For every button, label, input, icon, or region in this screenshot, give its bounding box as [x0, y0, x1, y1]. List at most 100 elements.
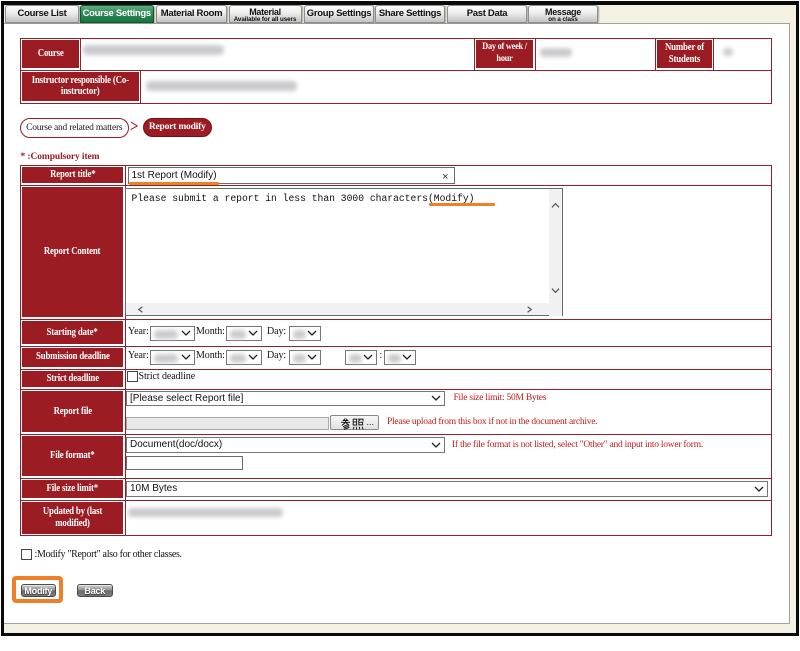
breadcrumb-parent-pill[interactable]: Course and related matters: [20, 118, 130, 138]
report-content-textarea[interactable]: Please submit a report in less than 3000…: [125, 188, 564, 316]
breadcrumb-separator-icon: >: [130, 117, 142, 139]
tab-course-list[interactable]: Course List: [5, 5, 79, 23]
report-title-label: Report title*: [50, 169, 95, 181]
deadline-day-label: Day:: [267, 350, 286, 361]
starting-date-label: Starting date*: [47, 327, 98, 339]
col-divider: [713, 38, 714, 70]
other-classes-checkbox[interactable]: [21, 549, 32, 560]
deadline-hour-select[interactable]: [345, 350, 377, 366]
file-size-limit-label: File size limit*: [47, 483, 98, 495]
file-path-input[interactable]: [126, 417, 329, 430]
tab-course-settings[interactable]: Course Settings: [80, 5, 154, 23]
deadline-month-select[interactable]: [226, 350, 262, 366]
starting-year-label: Year:: [128, 326, 149, 337]
row-divider: [20, 434, 772, 435]
tab-message[interactable]: Messageon a class: [528, 5, 598, 23]
tab-label: Message: [529, 8, 597, 17]
browse-button[interactable]: ...: [330, 415, 380, 430]
tab-material-room[interactable]: Material Room: [156, 5, 227, 23]
report-title-input[interactable]: 1st Report (Modify)×: [128, 167, 455, 184]
scroll-up-icon[interactable]: [551, 201, 560, 210]
blurred-value: [230, 354, 246, 363]
students-value-redacted: [723, 48, 733, 56]
back-button[interactable]: Back: [77, 584, 113, 597]
file-size-hint: File size limit: 50M Bytes: [454, 393, 547, 403]
file-format-header: File format*: [21, 435, 124, 477]
updated-by-header: Updated by (last modified): [21, 501, 124, 535]
time-separator: :: [380, 350, 383, 361]
starting-month-select[interactable]: [226, 326, 262, 342]
col-divider: [535, 38, 536, 70]
scroll-left-icon[interactable]: [137, 305, 146, 314]
horizontal-scrollbar[interactable]: [126, 303, 549, 316]
deadline-year-label: Year:: [128, 350, 149, 361]
title-underline-annotation: [129, 182, 219, 185]
tab-group-settings[interactable]: Group Settings: [304, 5, 374, 23]
file-format-label: File format*: [50, 450, 95, 462]
starting-date-header: Starting date*: [21, 320, 124, 345]
tab-label: Group Settings: [307, 8, 371, 19]
row-divider: [20, 500, 772, 501]
tab-past-data[interactable]: Past Data: [447, 5, 527, 23]
report-file-select-value: [Please select Report file]: [130, 393, 243, 404]
blurred-value: [388, 354, 401, 363]
blurred-value: [293, 330, 306, 339]
course-name-redacted: [83, 45, 224, 56]
day-header-cell: Day of week / hour: [475, 39, 534, 70]
blurred-value: [230, 330, 246, 339]
chevron-down-icon: [181, 330, 191, 336]
blurred-value: [154, 330, 178, 339]
clear-input-icon[interactable]: ×: [442, 170, 448, 185]
course-label: Course: [37, 48, 63, 60]
report-file-select[interactable]: [Please select Report file]: [126, 391, 445, 407]
breadcrumb-separator-glyph: >: [130, 118, 139, 136]
chevron-down-icon: [754, 486, 764, 492]
tab-material-all-users[interactable]: MaterialAvailable for all users: [229, 5, 302, 23]
tab-share-settings[interactable]: Share Settings: [375, 5, 445, 23]
deadline-day-select[interactable]: [289, 350, 321, 366]
row-divider: [20, 346, 772, 347]
starting-year-select[interactable]: [150, 326, 195, 342]
tab-label: Material: [230, 8, 301, 17]
deadline-minute-select[interactable]: [384, 350, 416, 366]
row-divider: [20, 185, 772, 186]
breadcrumb-current-pill[interactable]: Report modify: [143, 118, 212, 137]
modify-button[interactable]: Modify: [21, 584, 57, 597]
file-format-select[interactable]: Document(doc/docx): [126, 437, 445, 453]
scroll-down-icon[interactable]: [551, 286, 560, 295]
chevron-down-icon: [248, 354, 258, 360]
chevron-down-icon: [402, 354, 412, 360]
chevron-down-icon: [181, 354, 191, 360]
updated-by-label: Updated by (last modified): [37, 506, 108, 529]
report-content-text: Please submit a report in less than 3000…: [132, 193, 475, 204]
students-label: Number of Students: [660, 42, 708, 65]
submission-deadline-header: Submission deadline: [21, 347, 124, 368]
tab-label: Past Data: [467, 8, 508, 19]
back-button-label: Back: [84, 586, 105, 596]
tab-label: Course Settings: [83, 8, 151, 19]
chevron-down-icon: [363, 354, 373, 360]
tab-sublabel: Available for all users: [230, 16, 301, 23]
content-underline-annotation: [429, 203, 495, 206]
upload-hint: Please upload from this box if not in th…: [387, 417, 597, 427]
starting-day-select[interactable]: [289, 326, 321, 342]
strict-deadline-header: Strict deadline: [21, 370, 124, 388]
instructor-value-redacted: [146, 81, 297, 92]
students-header-cell: Number of Students: [656, 39, 713, 70]
report-title-header: Report title*: [21, 166, 124, 184]
strict-deadline-header-label: Strict deadline: [46, 373, 98, 385]
deadline-year-select[interactable]: [150, 350, 195, 366]
breadcrumb-parent-label: Course and related matters: [26, 123, 122, 133]
scroll-right-icon[interactable]: [524, 305, 533, 314]
compulsory-note: * :Compulsory item: [21, 152, 100, 162]
strict-deadline-checkbox[interactable]: [127, 371, 138, 382]
course-header-cell: Course: [21, 39, 80, 70]
other-format-input[interactable]: [126, 456, 243, 470]
row-divider: [20, 478, 772, 479]
file-size-limit-select[interactable]: 10M Bytes: [126, 481, 768, 497]
file-size-limit-value: 10M Bytes: [130, 483, 177, 494]
col-divider: [80, 38, 81, 70]
other-classes-label: :Modify "Report" also for other classes.: [35, 549, 182, 560]
breadcrumb-current-label: Report modify: [149, 122, 206, 132]
report-content-label: Report Content: [44, 246, 100, 258]
